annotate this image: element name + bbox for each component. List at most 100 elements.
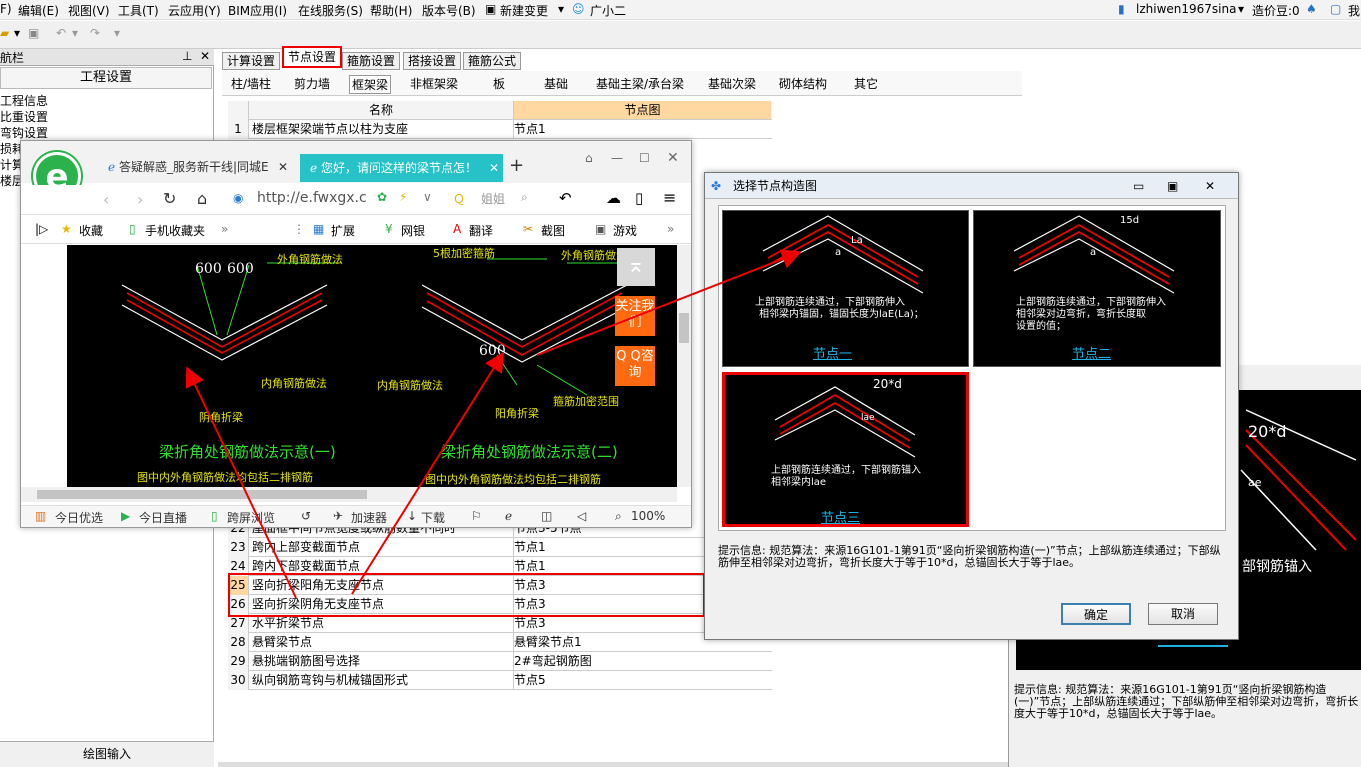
close-icon[interactable]: ✕ bbox=[1205, 173, 1215, 199]
user-name[interactable]: lzhiwen1967sina bbox=[1136, 2, 1236, 16]
table-row[interactable]: 30 纵向钢筋弯钩与机械锚固形式 节点5 bbox=[228, 671, 772, 690]
menu-edit[interactable]: 编辑(E) bbox=[18, 2, 59, 19]
nav-item-hook[interactable]: 弯钩设置 bbox=[0, 124, 48, 141]
menu-file[interactable]: F) bbox=[0, 2, 12, 16]
chevron-down-icon[interactable]: ▾ bbox=[558, 2, 564, 16]
row-value[interactable]: 节点5 bbox=[513, 671, 771, 689]
node-option-2[interactable]: 15d a 上部钢筋连续通过，下部钢筋伸入 相邻梁对边弯折，弯折长度取 设置的值… bbox=[973, 210, 1221, 367]
speaker-icon[interactable]: ◁ bbox=[577, 509, 586, 523]
close-icon[interactable]: ✕ bbox=[489, 154, 499, 182]
minimize-icon[interactable]: ▭ bbox=[1133, 173, 1144, 199]
bell-icon[interactable]: ♠ bbox=[1306, 2, 1317, 16]
back-icon[interactable]: ‹ bbox=[103, 190, 109, 209]
menu-bim[interactable]: BIM应用(I) bbox=[228, 2, 287, 19]
chevron-down-icon[interactable]: ▾ bbox=[114, 26, 120, 40]
subtab-shear-wall[interactable]: 剪力墙 bbox=[294, 75, 330, 92]
bookmark-bank[interactable]: 网银 bbox=[401, 222, 425, 239]
more-icon[interactable]: » bbox=[667, 222, 674, 236]
subtab-foundation-main-beam[interactable]: 基础主梁/承台梁 bbox=[596, 75, 684, 92]
node-option-1[interactable]: La a 上部钢筋连续通过，下部钢筋伸入 相邻梁内锚固，锚固长度为laE(La)… bbox=[722, 210, 969, 367]
status-accelerator[interactable]: 加速器 bbox=[351, 509, 387, 526]
forward-icon[interactable]: › bbox=[137, 190, 143, 209]
subtab-other[interactable]: 其它 bbox=[854, 75, 878, 92]
bookmark-translate[interactable]: 翻译 bbox=[469, 222, 493, 239]
subtab-masonry[interactable]: 砌体结构 bbox=[779, 75, 827, 92]
new-tab-icon[interactable]: + bbox=[509, 155, 524, 176]
node-option-3[interactable]: 20*d lae 上部钢筋连续通过，下部钢筋锚入 相邻梁内lae 节点三 bbox=[722, 372, 969, 527]
maximize-icon[interactable]: ☐ bbox=[639, 151, 650, 165]
menu-help[interactable]: 帮助(H) bbox=[370, 2, 412, 19]
user-chevron-icon[interactable]: ▾ bbox=[1238, 2, 1244, 16]
scroll-thumb[interactable] bbox=[679, 313, 689, 343]
vertical-scrollbar[interactable] bbox=[677, 245, 691, 487]
zoom-level[interactable]: 100% bbox=[631, 509, 665, 523]
chevron-down-icon[interactable]: ▾ bbox=[72, 26, 78, 40]
undo-icon[interactable]: ↶ bbox=[56, 26, 66, 40]
nav-footer[interactable]: 绘图输入 bbox=[0, 741, 214, 767]
scroll-thumb[interactable] bbox=[37, 490, 367, 499]
more-icon[interactable]: » bbox=[221, 222, 228, 236]
close-icon[interactable]: ✕ bbox=[200, 49, 210, 63]
subtab-frame-beam[interactable]: 框架梁 bbox=[349, 75, 392, 94]
subtab-slab[interactable]: 板 bbox=[493, 75, 505, 92]
bookmark-extensions[interactable]: 扩展 bbox=[331, 222, 355, 239]
table-row[interactable]: 1 楼层框架梁端节点以柱为支座 节点1 bbox=[228, 120, 772, 139]
address-input[interactable]: http://e.fwxgx.c bbox=[257, 190, 367, 206]
maximize-icon[interactable]: ▣ bbox=[1167, 173, 1178, 199]
history-icon[interactable]: ↺ bbox=[301, 509, 311, 523]
menu-assistant[interactable]: 广小二 bbox=[590, 2, 626, 19]
nav-header[interactable]: 工程设置 bbox=[0, 67, 212, 89]
undo-icon[interactable]: ↶ bbox=[559, 189, 572, 207]
message-icon[interactable]: ▢ bbox=[1330, 2, 1341, 16]
close-icon[interactable]: ✕ bbox=[667, 150, 679, 166]
open-folder-icon[interactable]: ▰ bbox=[0, 26, 9, 40]
menu-tools[interactable]: 工具(T) bbox=[118, 2, 159, 19]
bookmark-mobile[interactable]: 手机收藏夹 bbox=[145, 222, 205, 239]
menu-icon[interactable]: ≡ bbox=[663, 188, 676, 207]
lightning-icon[interactable]: ⚡ bbox=[399, 190, 407, 204]
status-cross-screen[interactable]: 跨屏浏览 bbox=[227, 509, 275, 526]
cloud-icon[interactable]: ☁ bbox=[606, 189, 621, 207]
menu-view[interactable]: 视图(V) bbox=[68, 2, 110, 19]
subtab-column[interactable]: 柱/墙柱 bbox=[231, 75, 271, 92]
minimize-icon[interactable]: — bbox=[611, 151, 623, 165]
ok-button[interactable]: 确定 bbox=[1061, 603, 1131, 625]
window-icon[interactable]: ◫ bbox=[541, 509, 552, 523]
nav-item-project-info[interactable]: 工程信息 bbox=[0, 92, 48, 109]
sidebar-toggle-icon[interactable]: |▷ bbox=[35, 222, 48, 236]
phone-icon[interactable]: ▯ bbox=[635, 189, 643, 207]
subtab-non-frame-beam[interactable]: 非框架梁 bbox=[410, 75, 458, 92]
search-engine-icon[interactable]: Ｑ bbox=[453, 190, 465, 207]
extension-icon[interactable]: ✿ bbox=[377, 190, 387, 204]
horizontal-scrollbar[interactable] bbox=[21, 487, 677, 502]
cancel-button[interactable]: 取消 bbox=[1148, 603, 1218, 625]
tab-stirrup-formula[interactable]: 箍筋公式 bbox=[463, 52, 522, 70]
menu-cloud[interactable]: 云应用(Y) bbox=[168, 2, 221, 19]
subtab-foundation-secondary-beam[interactable]: 基础次梁 bbox=[708, 75, 756, 92]
status-download[interactable]: 下载 bbox=[421, 509, 445, 526]
qq-consult-button[interactable]: Q Q咨询 bbox=[615, 346, 655, 386]
table-row[interactable]: 23 跨内上部变截面节点 节点1 bbox=[228, 538, 772, 557]
search-input[interactable]: 姐姐 bbox=[481, 190, 505, 207]
dots-icon[interactable]: ⋮ bbox=[293, 222, 305, 236]
status-live[interactable]: 今日直播 bbox=[139, 509, 187, 526]
table-row[interactable]: 29 悬挑端钢筋图号选择 2#弯起钢筋图 bbox=[228, 652, 772, 671]
menu-new-change[interactable]: 新建变更 bbox=[500, 2, 548, 19]
refresh-icon[interactable]: ↻ bbox=[163, 189, 176, 208]
close-icon[interactable]: ✕ bbox=[278, 154, 288, 180]
save-icon[interactable]: ▣ bbox=[28, 26, 39, 40]
nav-item-weight[interactable]: 比重设置 bbox=[0, 108, 48, 125]
search-icon[interactable]: ⌕ bbox=[521, 190, 528, 205]
tab-calc-settings[interactable]: 计算设置 bbox=[222, 52, 281, 70]
chevron-down-icon[interactable]: ▾ bbox=[14, 26, 20, 40]
status-picks[interactable]: 今日优选 bbox=[55, 509, 103, 526]
table-row[interactable]: 28 悬臂梁节点 悬臂梁节点1 bbox=[228, 633, 772, 652]
menu-online[interactable]: 在线服务(S) bbox=[298, 2, 363, 19]
bookmark-games[interactable]: 游戏 bbox=[613, 222, 637, 239]
row-value[interactable]: 节点1 bbox=[513, 120, 771, 138]
chevron-down-icon[interactable]: ∨ bbox=[423, 190, 432, 204]
tab-lap-settings[interactable]: 搭接设置 bbox=[403, 52, 462, 70]
bookmark-screenshot[interactable]: 截图 bbox=[541, 222, 565, 239]
bookmark-favorites[interactable]: 收藏 bbox=[79, 222, 103, 239]
ie-icon[interactable]: ℯ bbox=[505, 509, 512, 523]
